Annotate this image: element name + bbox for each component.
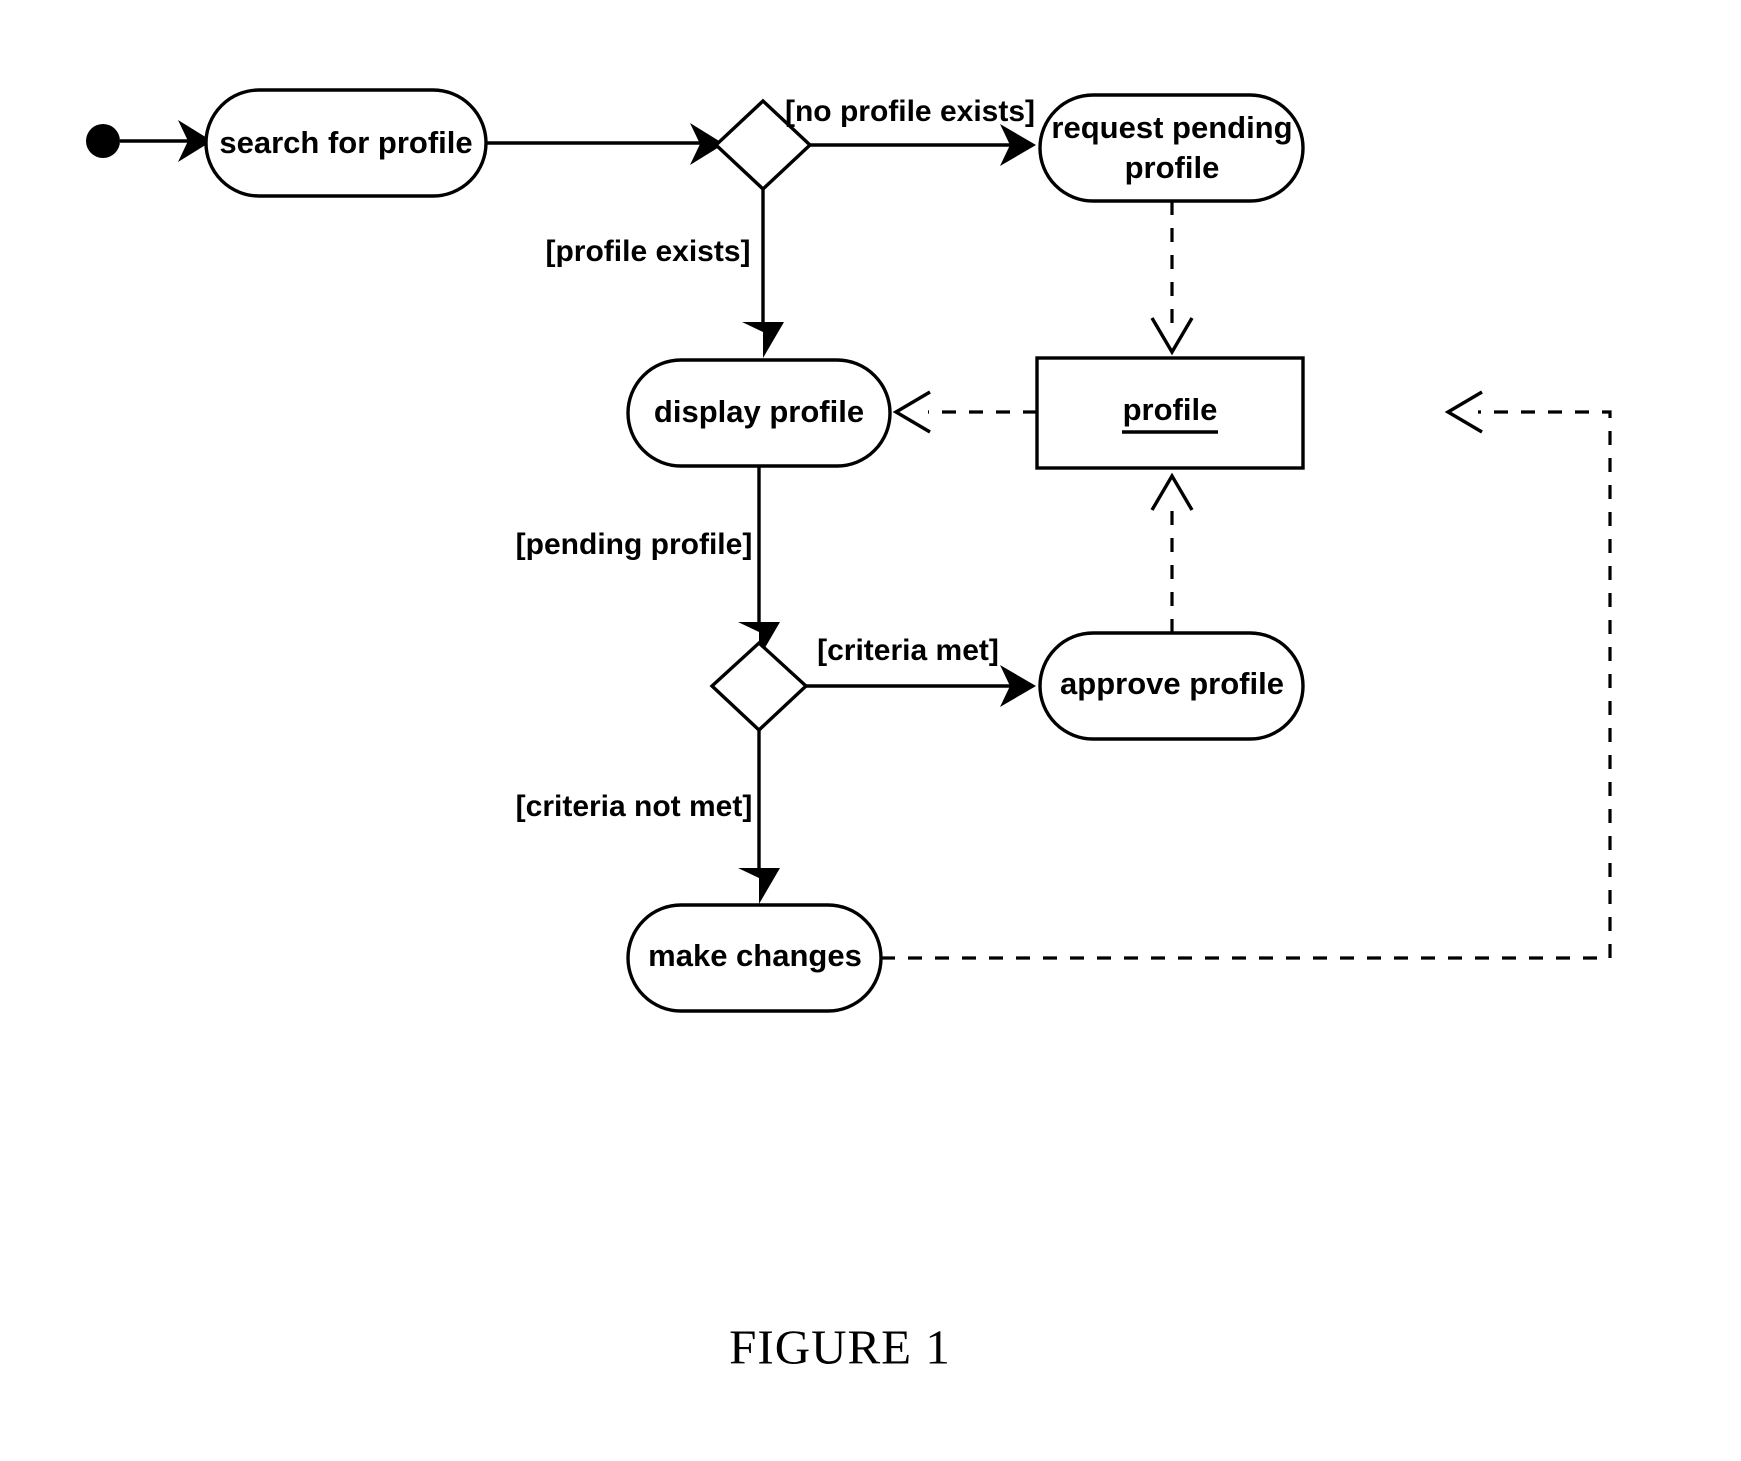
action-display-profile-label: display profile bbox=[654, 394, 864, 429]
action-request-pending-profile-label-line2: profile bbox=[1125, 150, 1220, 185]
action-approve-profile-label: approve profile bbox=[1060, 666, 1284, 701]
activity-diagram: search for profile [no profile exists] [… bbox=[86, 88, 1612, 1374]
decision-node-criteria[interactable] bbox=[709, 640, 809, 733]
edge-label-criteria-not-met: [criteria not met] bbox=[516, 790, 753, 823]
arrowhead-profile-to-display bbox=[892, 390, 931, 434]
arrowhead-decision2-to-changes bbox=[738, 868, 780, 904]
edge-label-criteria-met: [criteria met] bbox=[817, 634, 999, 667]
object-node-profile-label: profile bbox=[1123, 392, 1218, 427]
edge-label-pending-profile: [pending profile] bbox=[516, 528, 753, 561]
figure-caption: FIGURE 1 bbox=[729, 1319, 951, 1374]
edge-label-profile-exists: [profile exists] bbox=[545, 235, 750, 268]
figure-page: search for profile [no profile exists] [… bbox=[0, 0, 1741, 1461]
arrowhead-decision1-to-display bbox=[742, 322, 784, 358]
action-request-pending-profile-label-line1: request pending bbox=[1051, 110, 1292, 145]
arrowhead-request-to-profile bbox=[1150, 317, 1194, 356]
action-search-for-profile-label: search for profile bbox=[219, 125, 472, 160]
edge-label-no-profile-exists: [no profile exists] bbox=[785, 95, 1035, 128]
initial-node bbox=[86, 124, 120, 158]
arrowhead-approve-to-profile bbox=[1150, 472, 1194, 511]
arrowhead-changes-to-profile bbox=[1444, 390, 1483, 434]
action-make-changes-label: make changes bbox=[648, 938, 862, 973]
